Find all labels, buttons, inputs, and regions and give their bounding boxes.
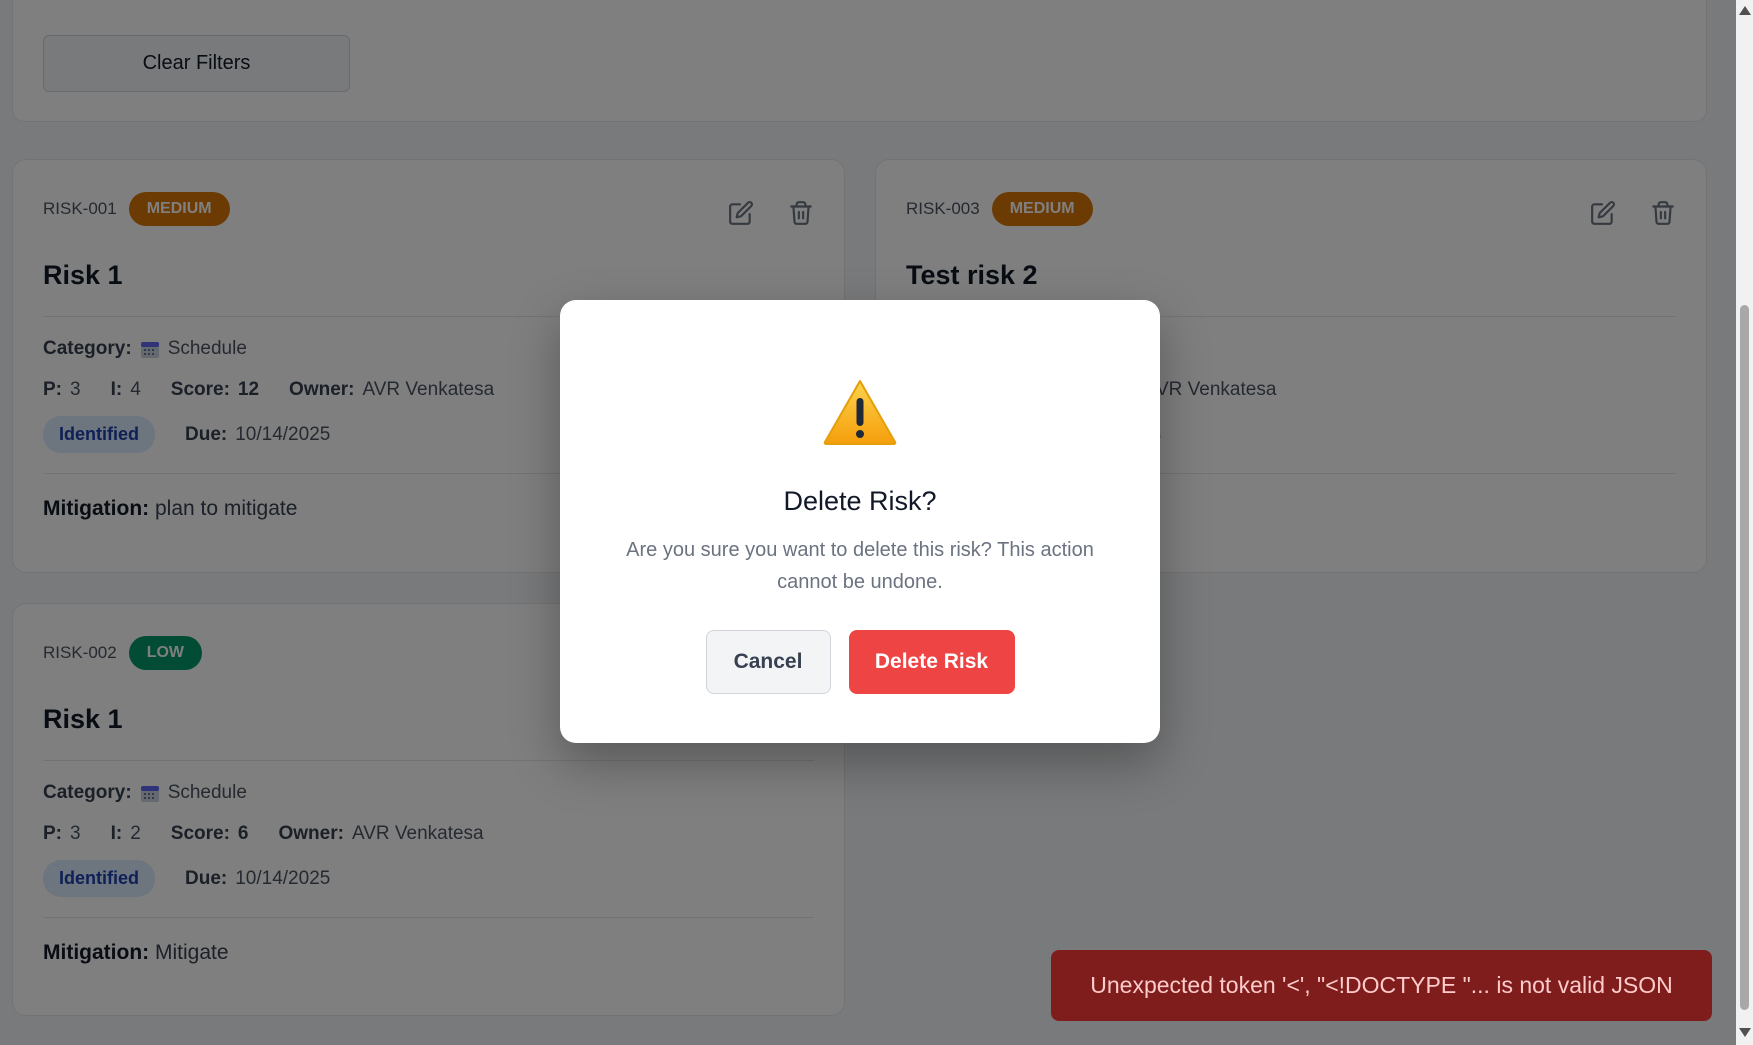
scroll-up-arrow-icon[interactable]	[1739, 6, 1751, 15]
delete-risk-button[interactable]: Delete Risk	[848, 630, 1015, 694]
scroll-down-arrow-icon[interactable]	[1739, 1028, 1751, 1037]
cancel-button[interactable]: Cancel	[705, 630, 831, 694]
delete-confirm-dialog: Delete Risk? Are you sure you want to de…	[560, 300, 1160, 743]
scrollbar-thumb[interactable]	[1740, 305, 1749, 1010]
scrollbar[interactable]	[1736, 0, 1753, 1045]
warning-icon	[822, 378, 898, 446]
dialog-title: Delete Risk?	[783, 486, 937, 516]
dialog-message: Are you sure you want to delete this ris…	[626, 539, 1094, 593]
error-toast: Unexpected token '<', "<!DOCTYPE "... is…	[1051, 950, 1712, 1021]
